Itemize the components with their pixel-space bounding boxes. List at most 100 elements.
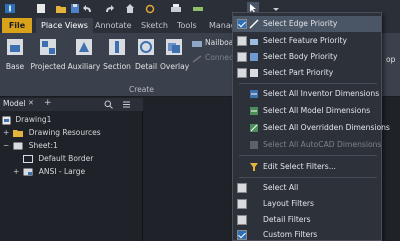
section-view-icon [109, 39, 125, 55]
connector-button[interactable]: Connect [192, 53, 236, 65]
projected-view-label: Projected [30, 62, 66, 71]
menu-item-select-edge-priority[interactable]: Select Edge Priority [233, 16, 381, 32]
home-icon[interactable] [125, 3, 135, 14]
menu-item-label: Edit Select Filters... [263, 162, 336, 171]
tab-sketch[interactable]: Sketch [136, 18, 173, 33]
menu-item-custom-filters[interactable]: Custom Filters [233, 227, 381, 241]
menu-item-detail-filters[interactable]: Detail Filters [233, 212, 381, 228]
checkbox-unchecked-icon [237, 52, 247, 62]
checkbox-unchecked-icon [237, 215, 247, 225]
menu-item-label: Select All Model Dimensions [263, 106, 371, 115]
auxiliary-view-icon [76, 39, 92, 55]
menu-item-label: Select All Inventor Dimensions [263, 89, 380, 98]
tree-item-ansi-large[interactable]: + ANSI - Large [13, 166, 85, 178]
menu-item-label: Detail Filters [263, 215, 311, 224]
menu-item-select-all[interactable]: Select All [233, 180, 381, 196]
menu-separator [239, 155, 377, 156]
redo-icon[interactable] [103, 3, 115, 14]
menu-item-layout-filters[interactable]: Layout Filters [233, 196, 381, 212]
checkbox-checked-icon [237, 230, 247, 240]
nailboard-icon [192, 41, 202, 47]
base-view-button[interactable]: Base [4, 37, 26, 71]
tree-label: Sheet:1 [28, 141, 58, 150]
menu-item-select-all-overridden-dimensions[interactable]: Select All Overridden Dimensions [233, 120, 390, 136]
app-menu-icon[interactable]: I [4, 3, 16, 14]
section-view-label: Section [103, 62, 131, 71]
tab-place-views[interactable]: Place Views [36, 18, 93, 33]
detail-view-label: Detail [134, 62, 158, 71]
body-priority-icon [250, 53, 258, 61]
tree-label: Drawing Resources [28, 128, 101, 137]
tree-item-default-border[interactable]: Default Border [23, 153, 93, 165]
feature-priority-icon [250, 39, 258, 45]
menu-item-label: Select Body Priority [263, 52, 338, 61]
connector-icon [192, 55, 202, 63]
tree-item-sheet1[interactable]: − Sheet:1 [3, 140, 58, 152]
title-block-icon [23, 168, 33, 176]
menu-item-label: Custom Filters [263, 230, 318, 239]
save-icon[interactable] [70, 3, 80, 14]
tab-file[interactable]: File [2, 18, 32, 33]
menu-item-edit-select-filters[interactable]: Edit Select Filters... [233, 159, 381, 175]
menu-item-select-part-priority[interactable]: Select Part Priority [233, 65, 381, 81]
menu-item-select-all-inventor-dimensions[interactable]: Select All Inventor Dimensions [233, 86, 381, 102]
part-priority-icon [250, 69, 258, 77]
menu-item-label: Select All [263, 183, 299, 192]
collapse-icon[interactable]: − [3, 140, 11, 152]
tree-label: ANSI - Large [38, 167, 86, 176]
inventor-dimensions-icon [250, 90, 258, 98]
menu-item-label: Layout Filters [263, 199, 314, 208]
open-folder-icon[interactable] [55, 3, 67, 14]
base-view-label: Base [5, 62, 25, 71]
checkbox-checked-icon [237, 19, 247, 29]
base-view-icon [7, 39, 23, 55]
detail-view-button[interactable]: Detail [133, 37, 159, 71]
checkbox-unchecked-icon [237, 183, 247, 193]
menu-separator [239, 83, 377, 84]
model-dimensions-icon [250, 107, 258, 115]
menu-item-label: Select Feature Priority [263, 36, 347, 45]
edit-filters-icon [250, 163, 258, 171]
model-tab-label[interactable]: Model [3, 99, 26, 108]
edge-priority-icon [249, 19, 259, 29]
menu-item-label: Select Edge Priority [263, 19, 338, 28]
overlay-view-button[interactable]: Overlay [160, 37, 190, 71]
expand-icon[interactable]: + [3, 127, 11, 139]
expand-icon[interactable]: + [13, 166, 21, 178]
tree-label: Drawing1 [15, 115, 52, 124]
hamburger-menu-icon[interactable] [122, 100, 131, 109]
auxiliary-view-button[interactable]: Auxiliary [67, 37, 101, 71]
update-icon[interactable] [145, 3, 155, 14]
projected-view-icon [40, 39, 56, 55]
tree-item-drawing-resources[interactable]: + Drawing Resources [3, 127, 101, 139]
menu-item-label: Select All AutoCAD Dimensions [263, 140, 382, 149]
menu-item-select-body-priority[interactable]: Select Body Priority [233, 49, 381, 65]
auxiliary-view-label: Auxiliary [67, 62, 101, 71]
section-view-button[interactable]: Section [102, 37, 132, 71]
search-icon[interactable] [104, 100, 113, 109]
folder-icon [13, 130, 24, 137]
menu-item-select-all-model-dimensions[interactable]: Select All Model Dimensions [233, 103, 381, 119]
overlay-view-label: Overlay [160, 62, 190, 71]
tree-item-drawing1[interactable]: Drawing1 [2, 114, 51, 126]
measure-icon[interactable] [192, 3, 204, 14]
nailboard-button[interactable]: Nailboar [192, 38, 236, 50]
overridden-dimensions-icon [250, 124, 258, 132]
undo-icon[interactable] [82, 3, 94, 14]
menu-item-label: Select All Overridden Dimensions [263, 123, 390, 132]
create-group-label: Create [129, 85, 154, 94]
add-tab-icon[interactable]: + [44, 98, 52, 108]
menu-item-label: Select Part Priority [263, 68, 334, 77]
inventor-window: I File Place Views Annotate Sketch Tools… [0, 0, 400, 241]
tab-tools[interactable]: Tools [172, 18, 202, 33]
sheet-icon [13, 142, 23, 150]
close-tab-icon[interactable]: ✕ [28, 99, 34, 107]
menu-item-select-all-autocad-dimensions[interactable]: Select All AutoCAD Dimensions [233, 137, 381, 153]
menu-item-select-feature-priority[interactable]: Select Feature Priority [233, 33, 381, 49]
new-file-icon[interactable] [36, 3, 46, 14]
print-icon[interactable] [170, 3, 182, 14]
projected-view-button[interactable]: Projected [30, 37, 66, 71]
checkbox-unchecked-icon [237, 36, 247, 46]
border-icon [23, 155, 33, 163]
tab-annotate[interactable]: Annotate [90, 18, 137, 33]
